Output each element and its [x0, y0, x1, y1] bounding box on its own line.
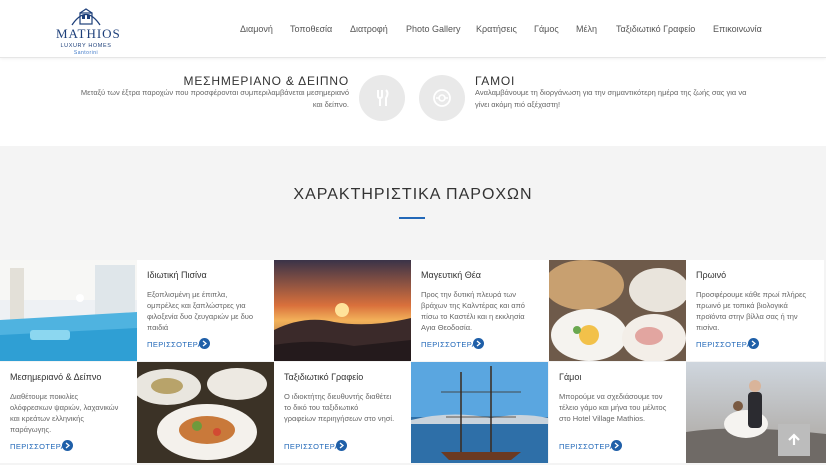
- feature-card-travel-agency: Ταξιδιωτικό Γραφείο Ο ιδιοκτήτης διευθυν…: [274, 362, 412, 463]
- card-title: Πρωινό: [696, 270, 727, 280]
- logo-emblem-icon: [71, 8, 101, 26]
- services-row: ΜΕΣΗΜΕΡΙΑΝΟ & ΔΕΙΠΝΟ Μεταξύ των έξτρα πα…: [0, 60, 826, 146]
- scroll-to-top-button[interactable]: [778, 424, 810, 456]
- card-text: Προς την δυτική πλευρά των βράχων της Κα…: [421, 290, 525, 332]
- more-link[interactable]: ΠΕΡΙΣΣΟΤΕΡΑ: [421, 338, 484, 349]
- card-text: Διαθέτουμε ποικιλίες ολόφρεσκων ψαριών, …: [10, 392, 119, 434]
- card-text: Μπορούμε να σχεδιάσουμε τον τέλειο γάμο …: [559, 392, 667, 423]
- arrow-right-icon[interactable]: [748, 338, 759, 349]
- heading-divider: [399, 217, 425, 219]
- arrow-right-icon[interactable]: [336, 440, 347, 451]
- more-link[interactable]: ΠΕΡΙΣΣΟΤΕΡΑ: [559, 440, 622, 451]
- arrow-right-icon[interactable]: [199, 338, 210, 349]
- service-weddings-title: ΓΑΜΟΙ: [475, 74, 516, 88]
- features-heading: ΧΑΡΑΚΤΗΡΙΣΤΙΚΑ ΠΑΡΟΧΩΝ: [293, 186, 533, 203]
- site-logo[interactable]: MATHIOS LUXURY HOMES Santorini: [56, 6, 121, 56]
- service-dining-title: ΜΕΣΗΜΕΡΙΑΝΟ & ΔΕΙΠΝΟ: [183, 74, 349, 88]
- rings-icon: [433, 89, 451, 107]
- card-title: Ταξιδιωτικό Γραφείο: [284, 372, 364, 382]
- service-dining-badge: [359, 75, 405, 121]
- nav-item-dining[interactable]: Διατροφή: [350, 24, 388, 34]
- feature-card-breakfast: Πρωινό Προσφέρουμε κάθε πρωί πλήρες πρωι…: [686, 260, 824, 361]
- service-weddings-badge: [419, 75, 465, 121]
- nav-item-contact[interactable]: Επικοινωνία: [713, 24, 762, 34]
- service-dining-text: Μεταξύ των έξτρα παροχών που προσφέροντα…: [80, 88, 349, 109]
- nav-item-stay[interactable]: Διαμονή: [240, 24, 273, 34]
- photo-sunset-view: [274, 260, 411, 361]
- card-text: Εξοπλισμένη με έπιπλα, ομπρέλες και ξαπλ…: [147, 290, 254, 332]
- more-link[interactable]: ΠΕΡΙΣΣΟΤΕΡΑ: [147, 338, 210, 349]
- feature-card-private-pool: Ιδιωτική Πισίνα Εξοπλισμένη με έπιπλα, ο…: [137, 260, 275, 361]
- cutlery-icon: [377, 89, 389, 106]
- card-title: Μαγευτική Θέα: [421, 270, 481, 280]
- nav-item-wedding[interactable]: Γάμος: [534, 24, 559, 34]
- logo-name: MATHIOS: [56, 26, 121, 41]
- card-text: Προσφέρουμε κάθε πρωί πλήρες πρωινό με τ…: [696, 290, 806, 332]
- nav-item-photo-gallery[interactable]: Photo Gallery: [406, 24, 461, 34]
- nav-item-location[interactable]: Τοποθεσία: [290, 24, 332, 34]
- more-link[interactable]: ΠΕΡΙΣΣΟΤΕΡΑ: [284, 440, 347, 451]
- more-link[interactable]: ΠΕΡΙΣΣΟΤΕΡΑ: [10, 440, 73, 451]
- photo-dining-plates: [137, 362, 274, 463]
- logo-tagline: LUXURY HOMES: [60, 43, 112, 49]
- site-header: MATHIOS LUXURY HOMES Santorini Διαμονή Τ…: [0, 0, 826, 58]
- arrow-right-icon[interactable]: [611, 440, 622, 451]
- photo-pool: [0, 260, 137, 361]
- card-title: Γάμοι: [559, 372, 582, 382]
- arrow-right-icon[interactable]: [473, 338, 484, 349]
- feature-card-view: Μαγευτική Θέα Προς την δυτική πλευρά των…: [411, 260, 549, 361]
- feature-card-weddings: Γάμοι Μπορούμε να σχεδιάσουμε τον τέλειο…: [549, 362, 687, 463]
- nav-item-members[interactable]: Μέλη: [576, 24, 597, 34]
- nav-item-travel-agency[interactable]: Ταξιδιωτικό Γραφείο: [616, 24, 695, 34]
- photo-breakfast: [549, 260, 686, 361]
- more-link[interactable]: ΠΕΡΙΣΣΟΤΕΡΑ: [696, 338, 759, 349]
- nav-item-bookings[interactable]: Κρατήσεις: [476, 24, 517, 34]
- card-title: Ιδιωτική Πισίνα: [147, 270, 207, 280]
- arrow-up-icon: [788, 433, 800, 445]
- feature-card-dining: Μεσημεριανό & Δείπνο Διαθέτουμε ποικιλίε…: [0, 362, 138, 463]
- logo-place: Santorini: [73, 50, 99, 56]
- card-text: Ο ιδιοκτήτης διευθυντής διαθέτει το δικό…: [284, 392, 395, 423]
- service-weddings-text: Αναλαμβάνουμε τη διοργάνωση για την σημα…: [475, 88, 747, 109]
- arrow-right-icon[interactable]: [62, 440, 73, 451]
- card-title: Μεσημεριανό & Δείπνο: [10, 372, 102, 382]
- photo-sailing-ship: [411, 362, 548, 463]
